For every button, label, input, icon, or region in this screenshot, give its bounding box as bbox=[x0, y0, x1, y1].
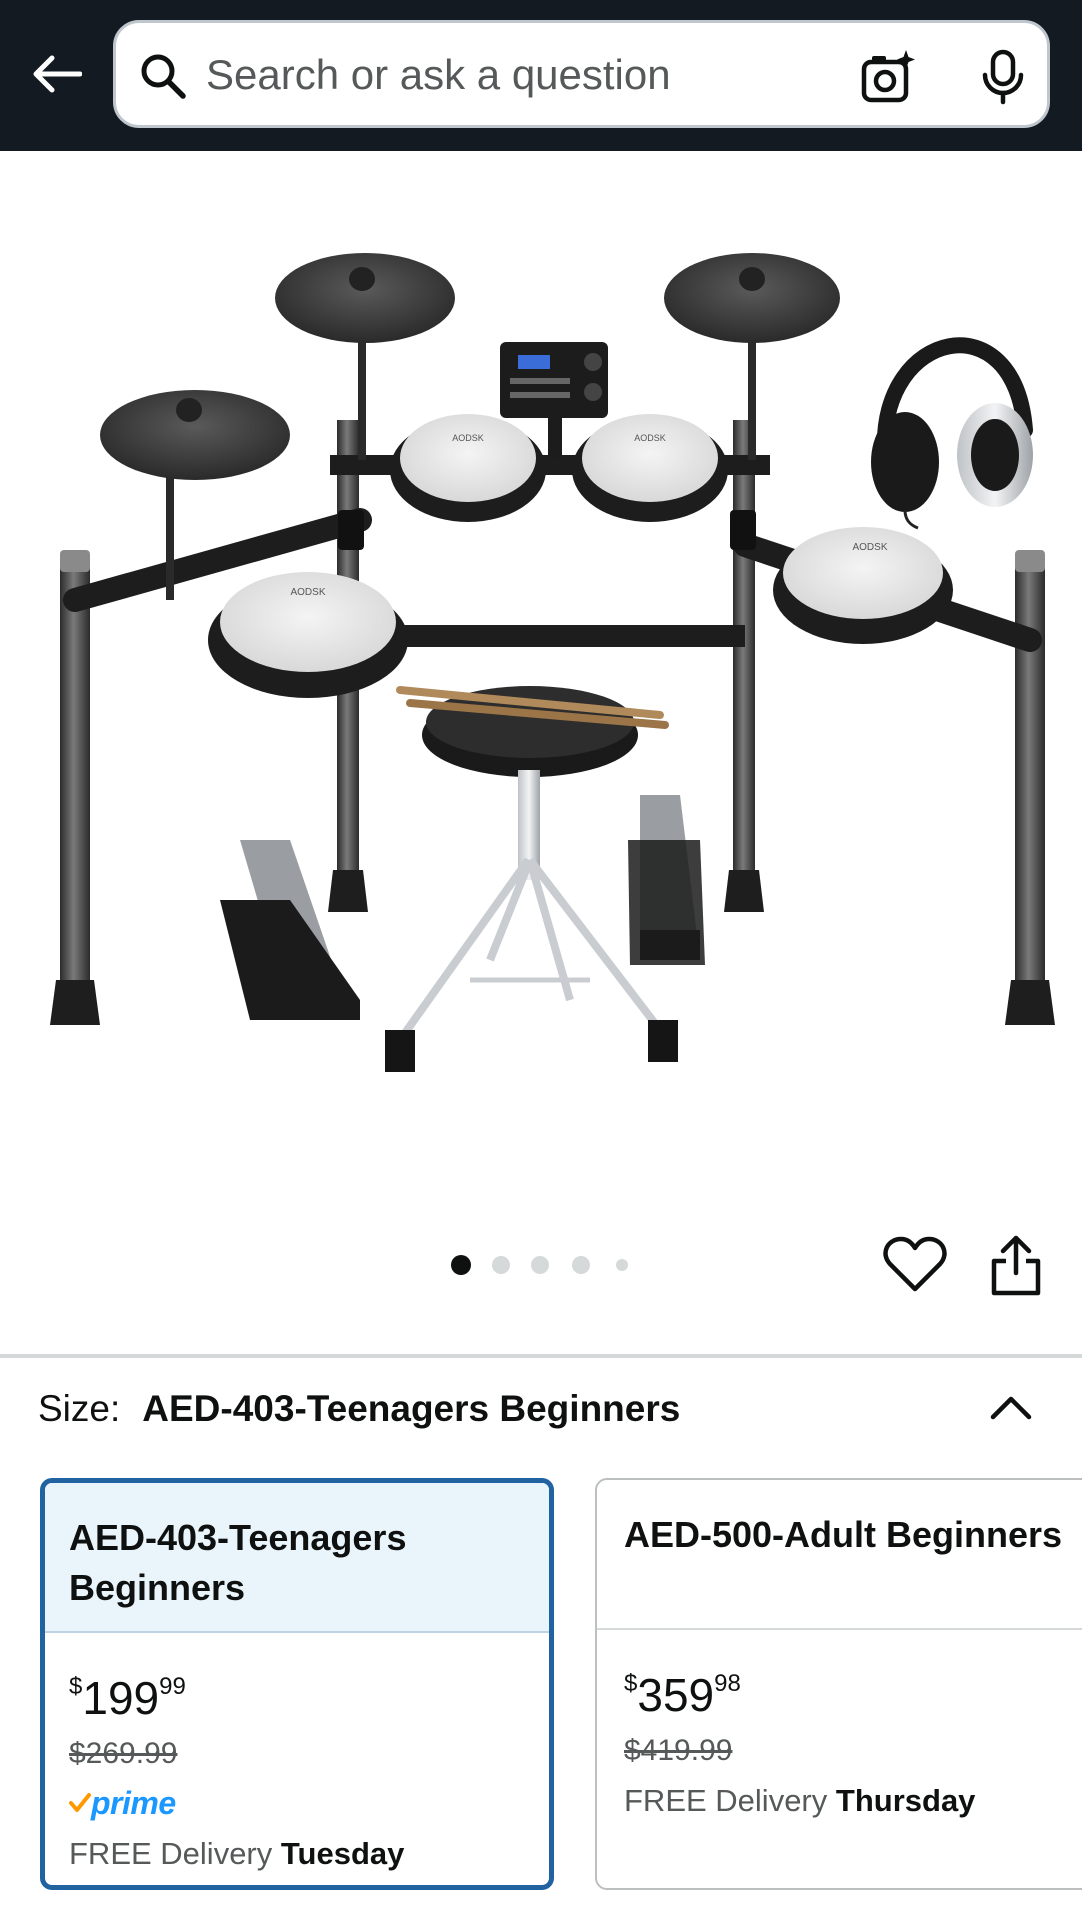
delivery-info: FREE Delivery Thursday bbox=[624, 1779, 1082, 1823]
delivery-day: Tuesday bbox=[280, 1836, 405, 1871]
image-pagination-dots bbox=[443, 1253, 643, 1277]
delivery-prefix: FREE Delivery bbox=[624, 1783, 828, 1818]
list-price: $419.99 bbox=[624, 1734, 733, 1767]
arrow-left-icon bbox=[33, 55, 82, 93]
camera-sparkle-icon[interactable] bbox=[859, 47, 919, 107]
option-price: $35998 bbox=[624, 1658, 1082, 1721]
prime-check-icon bbox=[69, 1793, 91, 1812]
floor-tom-brand: AODSK bbox=[852, 542, 887, 553]
search-input[interactable] bbox=[206, 43, 846, 107]
price-fraction: 99 bbox=[159, 1673, 186, 1700]
tom-brand-left: AODSK bbox=[452, 433, 484, 443]
price-currency: $ bbox=[69, 1673, 83, 1700]
search-header bbox=[0, 0, 1082, 151]
delivery-day: Thursday bbox=[835, 1783, 976, 1818]
pagination-dot-4[interactable] bbox=[572, 1256, 590, 1274]
pagination-dot-3[interactable] bbox=[531, 1256, 549, 1274]
drum-kit-image: AODSK AODSK AODSK AODSK bbox=[50, 253, 1055, 1072]
heart-icon[interactable] bbox=[882, 1235, 948, 1295]
delivery-info: FREE Delivery Tuesday bbox=[69, 1832, 525, 1876]
search-box[interactable] bbox=[113, 20, 1050, 128]
pagination-dot-1[interactable] bbox=[451, 1255, 471, 1275]
size-option-card-selected[interactable]: AED-403-Teenagers Beginners $19999 $269.… bbox=[40, 1478, 554, 1890]
microphone-icon[interactable] bbox=[973, 47, 1033, 107]
snare-brand: AODSK bbox=[290, 587, 325, 598]
price-whole: 359 bbox=[637, 1669, 715, 1721]
product-page: AODSK AODSK AODSK AODSK bbox=[0, 0, 1082, 1920]
tom-brand-right: AODSK bbox=[634, 433, 666, 443]
section-divider bbox=[0, 1354, 1082, 1358]
back-button[interactable] bbox=[22, 40, 90, 108]
share-icon[interactable] bbox=[986, 1233, 1046, 1297]
chevron-up-icon[interactable] bbox=[985, 1385, 1037, 1429]
price-whole: 199 bbox=[82, 1672, 160, 1724]
size-option-card[interactable]: AED-500-Adult Beginners $35998 $419.99 F… bbox=[595, 1478, 1082, 1890]
size-label: Size: bbox=[38, 1388, 121, 1429]
size-selector-header: Size: AED-403-Teenagers Beginners bbox=[38, 1388, 680, 1440]
size-selected-value: AED-403-Teenagers Beginners bbox=[142, 1388, 681, 1429]
search-icon bbox=[141, 54, 186, 99]
prime-badge: prime bbox=[69, 1780, 525, 1826]
pagination-dot-2[interactable] bbox=[492, 1256, 510, 1274]
pagination-dot-5[interactable] bbox=[616, 1259, 628, 1271]
option-title: AED-403-Teenagers Beginners bbox=[45, 1483, 549, 1633]
delivery-prefix: FREE Delivery bbox=[69, 1836, 273, 1871]
option-title: AED-500-Adult Beginners bbox=[597, 1480, 1082, 1630]
prime-label: prime bbox=[91, 1784, 176, 1821]
product-image[interactable]: AODSK AODSK AODSK AODSK bbox=[0, 151, 1082, 1186]
option-price: $19999 bbox=[69, 1661, 525, 1724]
list-price: $269.99 bbox=[69, 1737, 178, 1770]
price-currency: $ bbox=[624, 1670, 638, 1697]
price-fraction: 98 bbox=[714, 1670, 741, 1697]
